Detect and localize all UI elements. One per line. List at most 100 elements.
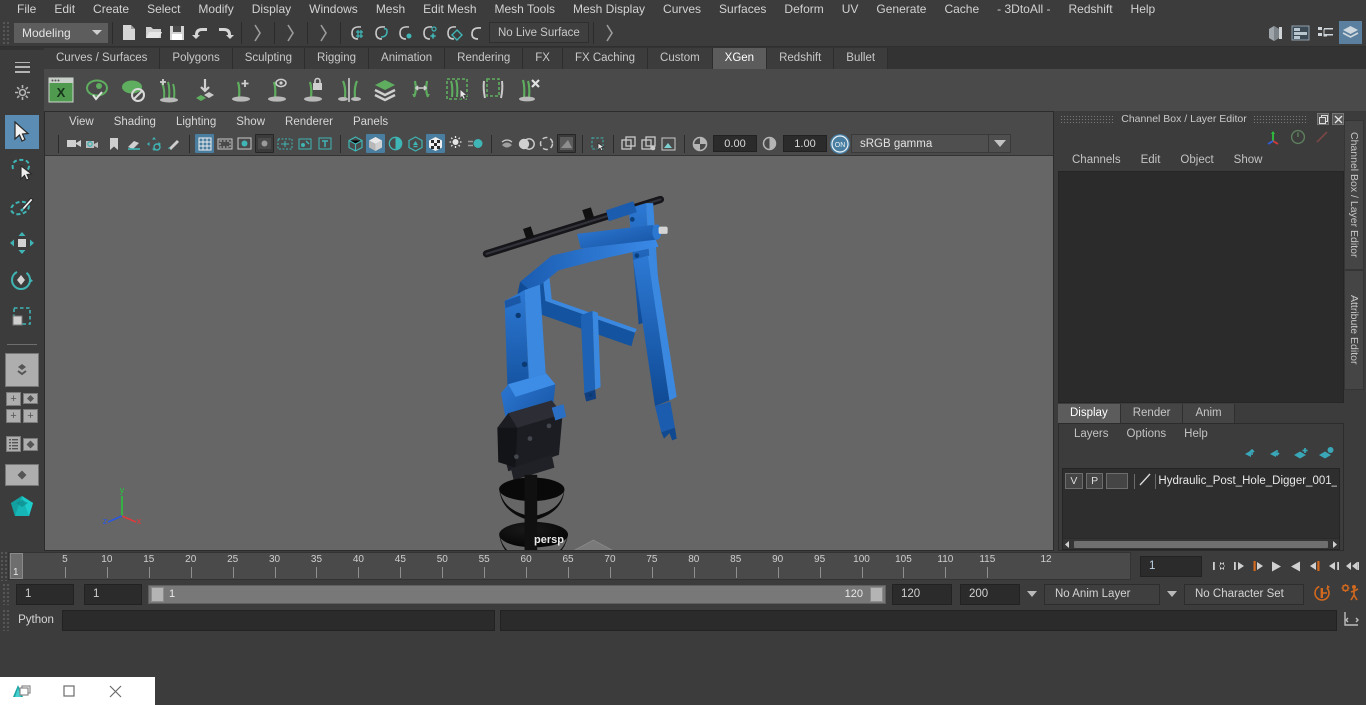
xray-joints-icon[interactable] (537, 134, 556, 153)
motion-blur-icon[interactable] (466, 134, 485, 153)
snap-view-plane-icon[interactable] (441, 21, 465, 45)
shelf-tab-bullet[interactable]: Bullet (834, 48, 889, 69)
dock-grip-left[interactable] (1060, 115, 1116, 123)
menu-item-edit-mesh[interactable]: Edit Mesh (414, 0, 485, 19)
shelf-tab-polygons[interactable]: Polygons (160, 48, 233, 69)
time-slider-playhead[interactable]: 1 (10, 553, 23, 579)
save-scene-icon[interactable] (165, 21, 189, 45)
lasso-select-tool[interactable] (5, 152, 39, 186)
auto-key-icon[interactable] (1312, 583, 1332, 605)
menu-item-deform[interactable]: Deform (775, 0, 832, 19)
exposure-wheel-icon[interactable] (690, 134, 709, 153)
redo-icon[interactable] (213, 21, 237, 45)
scroll-right-arrow-icon[interactable] (1330, 540, 1339, 549)
anim-end-field[interactable]: 200 (960, 583, 1020, 605)
menu-item-windows[interactable]: Windows (300, 0, 367, 19)
viewport-menu-shading[interactable]: Shading (104, 112, 166, 132)
character-set-selector[interactable]: No Character Set (1184, 583, 1304, 605)
dock-grip-right[interactable] (1252, 115, 1308, 123)
play-backwards-icon[interactable] (1268, 556, 1285, 576)
layer-menu-layers[interactable]: Layers (1065, 428, 1118, 440)
gamma-wheel-icon[interactable] (760, 134, 779, 153)
maximize-window-icon[interactable] (46, 677, 92, 705)
select-by-hierarchy-icon[interactable] (246, 21, 270, 45)
shelf-tab-curves-surfaces[interactable]: Curves / Surfaces (44, 48, 161, 69)
menu-item-3dtoall[interactable]: - 3DtoAll - (988, 0, 1059, 19)
hypershade-layout[interactable] (5, 489, 39, 523)
ambient-occlusion-icon[interactable] (446, 134, 465, 153)
layer-tab-render[interactable]: Render (1120, 404, 1184, 423)
layer-color-swatch-icon[interactable] (1138, 472, 1152, 490)
menu-item-surfaces[interactable]: Surfaces (710, 0, 775, 19)
xgen-delete-primitives-icon[interactable] (512, 73, 546, 107)
channel-box-content[interactable] (1058, 171, 1344, 403)
duplicate-view-options-icon[interactable] (639, 134, 658, 153)
film-gate-icon[interactable] (215, 134, 234, 153)
scroll-left-arrow-icon[interactable] (1063, 540, 1072, 549)
step-back-frame-icon[interactable] (1249, 556, 1266, 576)
xgen-render-icon[interactable] (116, 73, 150, 107)
resolution-gate-icon[interactable] (235, 134, 254, 153)
menu-item-mesh[interactable]: Mesh (367, 0, 414, 19)
maya-app-icon[interactable] (0, 677, 46, 705)
scale-tool[interactable] (5, 300, 39, 334)
layer-list[interactable]: V P Hydraulic_Post_Hole_Digger_001_layer (1062, 468, 1340, 550)
select-tool[interactable] (5, 115, 39, 149)
move-tool[interactable] (5, 226, 39, 260)
display-layer-icon[interactable] (588, 134, 607, 153)
channel-box-menu-show[interactable]: Show (1224, 154, 1273, 166)
go-to-start-icon[interactable] (1211, 556, 1228, 576)
view-image-icon[interactable] (659, 134, 678, 153)
menu-item-select[interactable]: Select (138, 0, 189, 19)
menu-item-generate[interactable]: Generate (867, 0, 935, 19)
menu-item-edit[interactable]: Edit (45, 0, 84, 19)
duplicate-view-icon[interactable] (619, 134, 638, 153)
single-perspective-layout[interactable] (5, 353, 39, 387)
time-slider[interactable]: 1 5 10 15 20 25 30 35 40 45 50 55 60 65 70 75 80 85 90 95 1… (8, 552, 1131, 580)
range-bar[interactable]: 1 120 (148, 584, 886, 604)
step-forward-frame-icon[interactable] (1306, 556, 1323, 576)
shelf-tab-xgen[interactable]: XGen (712, 48, 768, 69)
channel-box-menu-channels[interactable]: Channels (1062, 154, 1131, 166)
step-forward-key-icon[interactable] (1325, 556, 1342, 576)
xgen-import-collection-icon[interactable] (188, 73, 222, 107)
exposure-icon[interactable] (295, 134, 314, 153)
image-plane-icon[interactable] (124, 134, 143, 153)
menu-item-help[interactable]: Help (1122, 0, 1165, 19)
viewport-menu-renderer[interactable]: Renderer (275, 112, 343, 132)
menu-item-file[interactable]: File (8, 0, 45, 19)
menu-item-display[interactable]: Display (243, 0, 300, 19)
menu-item-modify[interactable]: Modify (189, 0, 242, 19)
character-set-arrow[interactable] (1167, 591, 1177, 597)
vertical-tab-channel-box[interactable]: Channel Box / Layer Editor (1344, 120, 1364, 270)
menu-item-redshift[interactable]: Redshift (1060, 0, 1122, 19)
command-input[interactable] (62, 609, 495, 631)
layer-row[interactable]: V P Hydraulic_Post_Hole_Digger_001_layer (1063, 471, 1339, 491)
xgen-add-description-icon[interactable] (224, 73, 258, 107)
menu-item-curves[interactable]: Curves (654, 0, 710, 19)
menu-item-cache[interactable]: Cache (935, 0, 988, 19)
open-scene-icon[interactable] (141, 21, 165, 45)
shadows-icon[interactable] (426, 134, 445, 153)
viewport-3d[interactable]: y x z persp (45, 156, 1053, 550)
shelf-options-gear-icon[interactable] (14, 84, 30, 103)
viewport-menu-lighting[interactable]: Lighting (166, 112, 226, 132)
undo-icon[interactable] (189, 21, 213, 45)
grid-toggle-icon[interactable] (195, 134, 214, 153)
xgen-window-icon[interactable]: X (44, 73, 78, 107)
select-by-render-icon[interactable] (598, 21, 622, 45)
new-layer-icon[interactable] (1293, 446, 1310, 463)
time-slider-grip[interactable] (0, 551, 8, 581)
shade-textured-icon[interactable] (386, 134, 405, 153)
command-language-label[interactable]: Python (10, 614, 62, 626)
shelf-tab-fx-caching[interactable]: FX Caching (562, 48, 649, 69)
shelf-tab-rendering[interactable]: Rendering (445, 48, 524, 69)
layer-list-scrollbar[interactable] (1063, 538, 1339, 549)
channel-box-menu-edit[interactable]: Edit (1131, 154, 1171, 166)
four-view-layout[interactable]: + + + (5, 390, 39, 424)
color-management-toggle[interactable]: ON (830, 133, 850, 154)
bookmark-icon[interactable] (104, 134, 123, 153)
shelf-tab-custom[interactable]: Custom (648, 48, 713, 69)
outliner-persp-layout[interactable] (5, 427, 39, 461)
make-live-icon[interactable] (465, 21, 489, 45)
